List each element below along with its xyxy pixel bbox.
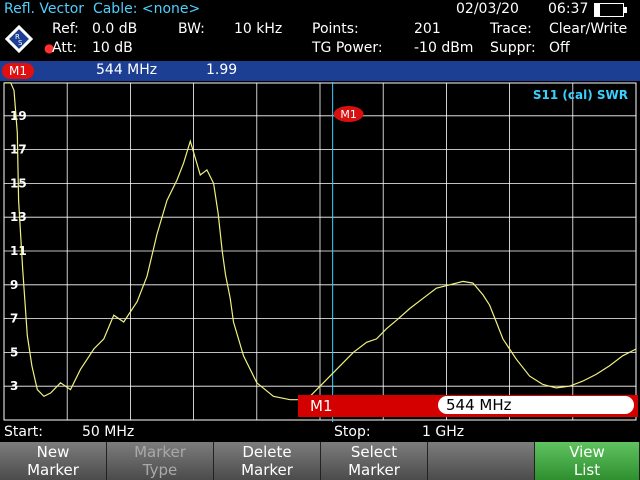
trace-label: Trace: (490, 21, 532, 37)
time-display: 06:37 (548, 1, 589, 17)
trace-label: S11 (cal) SWR (533, 88, 628, 102)
suppr-value: Off (549, 40, 570, 56)
bw-label: BW: (178, 21, 205, 37)
span-bar: Start: 50 MHz Stop: 1 GHz (0, 424, 640, 442)
points-label: Points: (312, 21, 359, 37)
bw-value: 10 kHz (234, 21, 283, 37)
att-value: 10 dB (92, 40, 133, 56)
trace-value: Clear/Write (549, 21, 628, 37)
marker-readout[interactable]: M1 544 MHz (298, 395, 638, 417)
swr-plot[interactable]: 19171513119753 S11 (cal) SWR M1 (0, 82, 640, 422)
battery-icon (594, 3, 627, 17)
y-tick-label: 11 (10, 244, 27, 258)
start-label: Start: (4, 424, 43, 440)
view-list-button[interactable]: View List (535, 442, 640, 480)
stop-label: Stop: (334, 424, 371, 440)
marker-frequency: 544 MHz (96, 62, 158, 78)
y-tick-label: 3 (10, 379, 18, 393)
settings-panel: R S Ref: 0.0 dB ● Att: 10 dB BW: 10 kHz … (0, 20, 640, 60)
ref-value: 0.0 dB (92, 21, 138, 37)
delete-marker-button[interactable]: Delete Marker (214, 442, 321, 480)
title-bar: Refl. Vector Cable: <none> 02/03/20 06:3… (0, 0, 640, 20)
new-marker-button[interactable]: New Marker (0, 442, 107, 480)
suppr-label: Suppr: (490, 40, 536, 56)
tg-power-value: -10 dBm (414, 40, 474, 56)
y-tick-label: 19 (10, 109, 27, 123)
points-value: 201 (414, 21, 441, 37)
stop-value: 1 GHz (422, 424, 465, 440)
y-tick-label: 9 (10, 278, 18, 292)
marker-tag[interactable]: M1 (2, 63, 34, 79)
y-tick-label: 13 (10, 210, 27, 224)
svg-text:S: S (18, 39, 23, 47)
att-label: Att: (52, 40, 78, 56)
ref-label: Ref: (52, 21, 79, 37)
y-tick-label: 17 (10, 143, 27, 157)
marker-type-button[interactable]: Marker Type (107, 442, 214, 480)
empty-softkey[interactable] (428, 442, 535, 480)
tg-power-label: TG Power: (312, 40, 383, 56)
select-marker-button[interactable]: Select Marker (321, 442, 428, 480)
marker-badge-label: M1 (340, 108, 357, 121)
readout-frequency-field[interactable]: 544 MHz (438, 396, 634, 414)
start-value: 50 MHz (82, 424, 135, 440)
y-tick-label: 5 (10, 345, 18, 359)
readout-label: M1 (310, 397, 333, 415)
marker-info-bar: 544 MHz 1.99 (0, 61, 640, 81)
softkey-bar: New Marker Marker Type Delete Marker Select… (0, 442, 640, 480)
mode-title: Refl. Vector Cable: <none> (4, 1, 201, 17)
marker-badge[interactable]: M1 (333, 106, 364, 122)
rohde-schwarz-logo-icon: R S (4, 24, 34, 54)
date-display: 02/03/20 (456, 1, 519, 17)
marker-value: 1.99 (206, 62, 238, 78)
y-tick-label: 7 (10, 312, 18, 326)
